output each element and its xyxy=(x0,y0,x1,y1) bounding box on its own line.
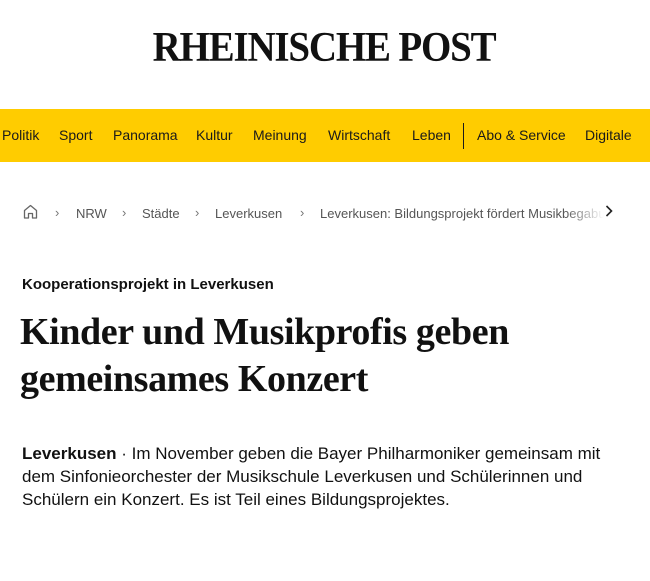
dateline-separator: · xyxy=(116,444,132,463)
masthead: RHEINISCHE POST xyxy=(0,0,650,106)
breadcrumb-separator: › xyxy=(300,205,305,220)
nav-divider xyxy=(463,123,464,149)
breadcrumb-item-staedte[interactable]: Städte xyxy=(142,206,180,221)
breadcrumb-current-page: Leverkusen: Bildungsprojekt fördert Musi… xyxy=(320,206,604,221)
nav-item-meinung[interactable]: Meinung xyxy=(253,109,307,162)
chevron-right-icon[interactable] xyxy=(604,204,614,221)
nav-item-abo-service[interactable]: Abo & Service xyxy=(477,109,566,162)
breadcrumb-item-nrw[interactable]: NRW xyxy=(76,206,107,221)
nav-item-wirtschaft[interactable]: Wirtschaft xyxy=(328,109,390,162)
site-logo[interactable]: RHEINISCHE POST xyxy=(153,23,497,72)
breadcrumb-separator: › xyxy=(55,205,60,220)
article-headline: Kinder und Musikprofis geben gemeinsames… xyxy=(20,311,509,400)
nav-item-panorama[interactable]: Panorama xyxy=(113,109,178,162)
breadcrumb-separator: › xyxy=(122,205,127,220)
nav-item-kultur[interactable]: Kultur xyxy=(196,109,233,162)
home-icon[interactable] xyxy=(22,203,39,223)
article-teaser: Leverkusen · Im November geben die Bayer… xyxy=(22,442,632,511)
main-navigation: Politik Sport Panorama Kultur Meinung Wi… xyxy=(0,109,650,162)
nav-item-leben[interactable]: Leben xyxy=(412,109,451,162)
breadcrumb-item-leverkusen[interactable]: Leverkusen xyxy=(215,206,282,221)
nav-item-digitale[interactable]: Digitale xyxy=(585,109,632,162)
nav-item-sport[interactable]: Sport xyxy=(59,109,92,162)
breadcrumb: › NRW › Städte › Leverkusen › Leverkusen… xyxy=(0,196,650,230)
nav-scroll-fade xyxy=(626,109,650,162)
breadcrumb-separator: › xyxy=(195,205,200,220)
article-location: Leverkusen xyxy=(22,444,117,463)
nav-item-politik[interactable]: Politik xyxy=(2,109,39,162)
article-kicker: Kooperationsprojekt in Leverkusen xyxy=(22,276,274,293)
